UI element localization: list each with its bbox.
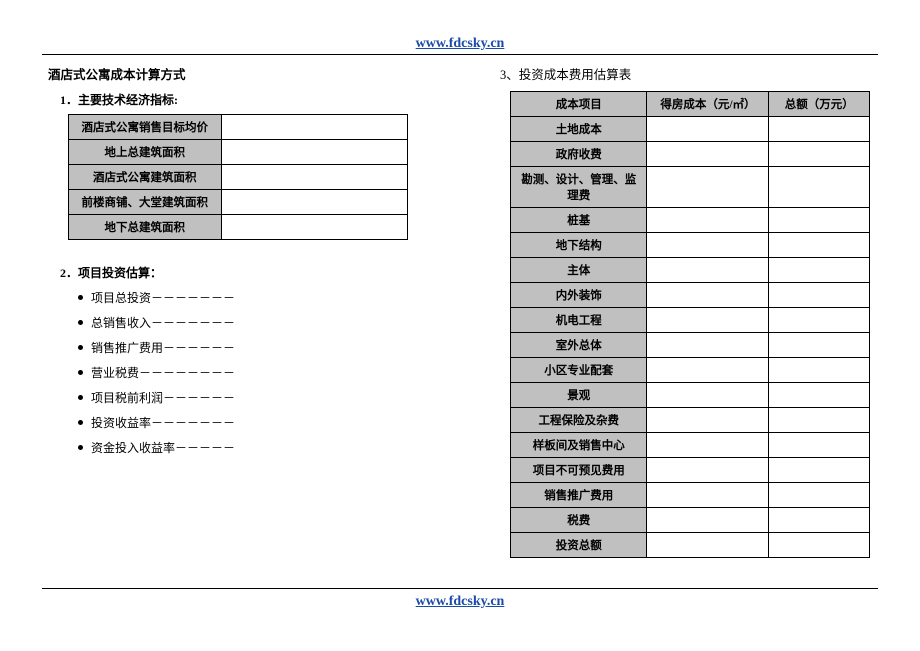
bullet-icon [78,420,83,425]
table-row-label: 地上总建筑面积 [69,140,222,165]
list-item: 总销售收入－－－－－－－ [78,314,420,331]
section1-title: 1．主要技术经济指标: [60,91,420,108]
table-row-value [769,167,870,208]
indicator-table: 酒店式公寓销售目标均价 地上总建筑面积 酒店式公寓建筑面积 前楼商铺、大堂建筑面… [68,114,408,240]
table-header: 成本项目 [511,92,647,117]
table-row-value [769,383,870,408]
table-row-value [647,308,769,333]
table-row-label: 样板间及销售中心 [511,433,647,458]
table-header: 总额（万元） [769,92,870,117]
table-row-value [769,508,870,533]
bullet-icon [78,295,83,300]
table-row-label: 政府收费 [511,142,647,167]
bullet-icon [78,370,83,375]
table-row-label: 小区专业配套 [511,358,647,383]
table-row-label: 主体 [511,258,647,283]
table-row-value [647,533,769,558]
table-row-label: 前楼商铺、大堂建筑面积 [69,190,222,215]
table-row-value [647,258,769,283]
list-item-label: 项目总投资－－－－－－－ [91,289,235,306]
table-row-value [647,117,769,142]
table-row-value [769,408,870,433]
bullet-icon [78,445,83,450]
table-row-value [769,433,870,458]
table-header: 得房成本（元/㎡） [647,92,769,117]
table-row-value [647,458,769,483]
table-row-label: 地下总建筑面积 [69,215,222,240]
section3-title: 3、投资成本费用估算表 [500,64,872,83]
list-item: 项目税前利润－－－－－－ [78,389,420,406]
table-row-value [647,333,769,358]
table-row-label: 景观 [511,383,647,408]
list-item-label: 项目税前利润－－－－－－ [91,389,235,406]
table-row-value [769,142,870,167]
table-row-label: 机电工程 [511,308,647,333]
bottom-rule [42,588,878,589]
table-row-label: 室外总体 [511,333,647,358]
bullet-icon [78,320,83,325]
table-row-value [769,208,870,233]
table-row-value [647,508,769,533]
list-item: 项目总投资－－－－－－－ [78,289,420,306]
table-row-value [647,358,769,383]
left-column: 酒店式公寓成本计算方式 1．主要技术经济指标: 酒店式公寓销售目标均价 地上总建… [48,60,420,558]
table-row-value [647,483,769,508]
table-row-label: 地下结构 [511,233,647,258]
footer-url[interactable]: www.fdcsky.cn [0,594,920,610]
table-row-label: 工程保险及杂费 [511,408,647,433]
table-row-value [647,433,769,458]
header-url[interactable]: www.fdcsky.cn [0,36,920,52]
table-row-value [769,117,870,142]
table-row-value [769,483,870,508]
table-row-label: 土地成本 [511,117,647,142]
table-row-label: 桩基 [511,208,647,233]
table-row-value [769,458,870,483]
table-row-value [769,283,870,308]
list-item: 营业税费－－－－－－－－ [78,364,420,381]
top-rule [42,54,878,55]
table-row-value [647,383,769,408]
list-item-label: 投资收益率－－－－－－－ [91,414,235,431]
table-row-label: 勘测、设计、管理、监理费 [511,167,647,208]
table-row-label: 酒店式公寓销售目标均价 [69,115,222,140]
table-row-value [221,140,407,165]
table-row-value [769,233,870,258]
table-row-label: 税费 [511,508,647,533]
table-row-label: 项目不可预见费用 [511,458,647,483]
table-row-value [221,115,407,140]
table-row-value [647,167,769,208]
bullet-icon [78,345,83,350]
list-item: 投资收益率－－－－－－－ [78,414,420,431]
list-item-label: 总销售收入－－－－－－－ [91,314,235,331]
bullet-list: 项目总投资－－－－－－－ 总销售收入－－－－－－－ 销售推广费用－－－－－－ 营… [78,289,420,456]
table-row-value [769,533,870,558]
table-row-value [769,333,870,358]
table-row-label: 酒店式公寓建筑面积 [69,165,222,190]
table-row-label: 投资总额 [511,533,647,558]
table-row-label: 内外装饰 [511,283,647,308]
list-item-label: 营业税费－－－－－－－－ [91,364,235,381]
list-item-label: 资金投入收益率－－－－－ [91,439,235,456]
list-item-label: 销售推广费用－－－－－－ [91,339,235,356]
table-row-value [647,208,769,233]
table-row-value [647,142,769,167]
table-row-value [221,190,407,215]
table-row-value [647,408,769,433]
table-row-value [221,215,407,240]
list-item: 销售推广费用－－－－－－ [78,339,420,356]
table-row-value [769,358,870,383]
table-row-value [647,283,769,308]
table-row-label: 销售推广费用 [511,483,647,508]
content-area: 酒店式公寓成本计算方式 1．主要技术经济指标: 酒店式公寓销售目标均价 地上总建… [48,60,872,558]
bullet-icon [78,395,83,400]
table-row-value [769,258,870,283]
table-row-value [769,308,870,333]
document-title: 酒店式公寓成本计算方式 [48,64,420,83]
list-item: 资金投入收益率－－－－－ [78,439,420,456]
section2-title: 2．项目投资估算： [60,264,420,281]
table-row-value [221,165,407,190]
table-row-value [647,233,769,258]
cost-estimate-table: 成本项目 得房成本（元/㎡） 总额（万元） 土地成本 政府收费 勘测、设计、管理… [510,91,870,558]
right-column: 3、投资成本费用估算表 成本项目 得房成本（元/㎡） 总额（万元） 土地成本 政… [500,60,872,558]
